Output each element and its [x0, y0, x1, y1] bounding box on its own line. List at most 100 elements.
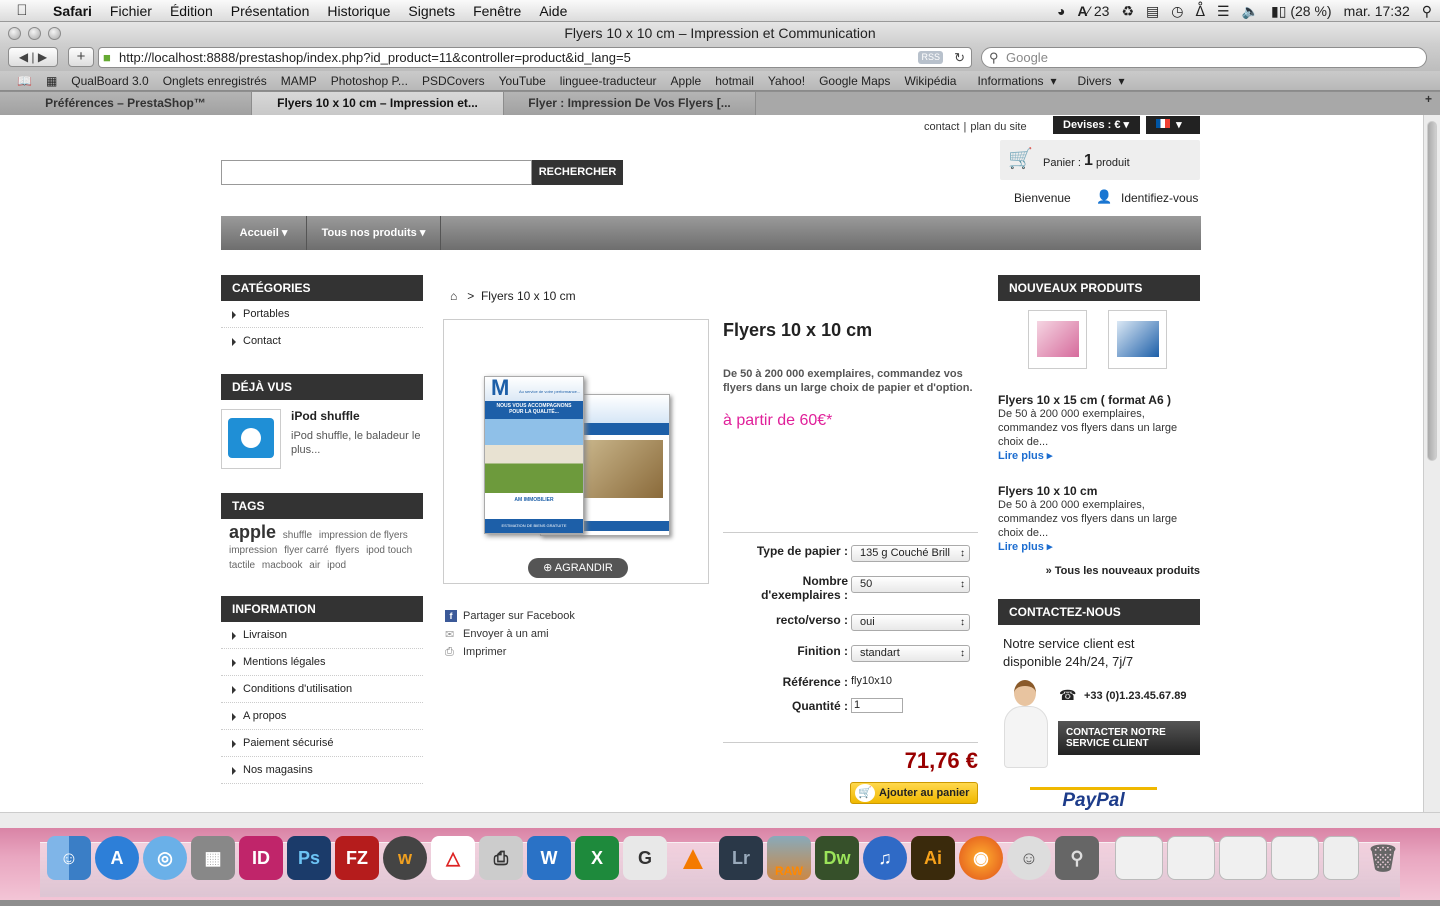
category-portables[interactable]: Portables [221, 301, 423, 328]
category-contact[interactable]: Contact [221, 328, 423, 355]
clipboard-icon[interactable]: ▤ [1146, 3, 1159, 20]
currency-selector[interactable]: Devises : € ▾ [1053, 116, 1140, 134]
word-icon[interactable]: W [527, 836, 571, 880]
reload-icon[interactable]: ↻ [954, 48, 965, 67]
bookmark-item[interactable]: PSDCovers [415, 74, 492, 88]
minimized-window-icon[interactable] [1219, 836, 1267, 880]
tag[interactable]: ipod [327, 560, 346, 571]
menu-fichier[interactable]: Fichier [101, 3, 161, 19]
address-bar[interactable]: ■ http://localhost:8888/prestashop/index… [98, 47, 972, 68]
cyberduck-icon[interactable]: ☺ [1007, 836, 1051, 880]
itunes-icon[interactable]: ♫ [863, 836, 907, 880]
menu-fenetre[interactable]: Fenêtre [464, 3, 530, 19]
raw-icon[interactable]: RAW [767, 836, 811, 880]
tag[interactable]: shuffle [283, 530, 312, 541]
bluetooth-icon[interactable]: ᐂ [1195, 3, 1205, 20]
tag[interactable]: impression de flyers [319, 530, 408, 541]
bookmark-item[interactable]: Wikipédia [897, 74, 963, 88]
tag[interactable]: flyers [335, 545, 359, 556]
add-bookmark-button[interactable]: + [68, 47, 94, 67]
contact-phone[interactable]: +33 (0)1.23.45.67.89 [1084, 690, 1186, 702]
calculator-icon[interactable]: ▦ [191, 836, 235, 880]
reading-list-icon[interactable]: 📖 [10, 74, 39, 88]
clock[interactable]: mar. 17:32 [1344, 3, 1410, 19]
back-icon[interactable]: ◀ [19, 50, 28, 64]
firefox-icon[interactable]: ◉ [959, 836, 1003, 880]
finish-select[interactable]: standart [851, 645, 970, 662]
search-button[interactable]: RECHERCHER [532, 160, 623, 185]
menu-aide[interactable]: Aide [530, 3, 576, 19]
minimized-window-icon[interactable] [1323, 836, 1359, 880]
new-product-name[interactable]: Flyers 10 x 10 cm [998, 484, 1200, 498]
volume-icon[interactable]: 🔈 [1242, 3, 1259, 20]
illustrator-icon[interactable]: Ai [911, 836, 955, 880]
print-link[interactable]: ⎙ Imprimer [445, 646, 506, 658]
zoom-button[interactable]: ⊕ AGRANDIR [528, 558, 628, 578]
filezilla-icon[interactable]: FZ [335, 836, 379, 880]
bookmark-item[interactable]: Yahoo! [761, 74, 812, 88]
bookmark-item[interactable]: MAMP [274, 74, 324, 88]
horizontal-scrollbar[interactable] [0, 812, 1440, 828]
info-paiement[interactable]: Paiement sécurisé [221, 730, 423, 757]
contact-service-button[interactable]: CONTACTER NOTRE SERVICE CLIENT [1058, 721, 1200, 755]
tag-apple[interactable]: apple [229, 522, 276, 542]
info-apropos[interactable]: A propos [221, 703, 423, 730]
app-store-icon[interactable]: A [95, 836, 139, 880]
copies-select[interactable]: 50 [851, 576, 970, 593]
bookmark-item[interactable]: Google Maps [812, 74, 897, 88]
shop-search-input[interactable] [221, 160, 532, 185]
viewed-product-name[interactable]: iPod shuffle [291, 409, 360, 423]
rss-badge[interactable]: RSS [918, 51, 943, 64]
menu-signets[interactable]: Signets [399, 3, 464, 19]
language-selector[interactable]: ▾ [1146, 116, 1200, 134]
tab-flyers-active[interactable]: Flyers 10 x 10 cm – Impression et... [252, 92, 504, 115]
vlc-icon[interactable]: ▲ [671, 836, 715, 880]
bookmark-item[interactable]: Apple [664, 74, 709, 88]
lightroom-icon[interactable]: Lr [719, 836, 763, 880]
bookmark-item[interactable]: Photoshop P... [324, 74, 415, 88]
acrobat-icon[interactable]: △ [431, 836, 475, 880]
bookmark-item[interactable]: hotmail [708, 74, 761, 88]
transmit-icon[interactable]: G [623, 836, 667, 880]
minimized-window-icon[interactable] [1271, 836, 1319, 880]
recto-verso-select[interactable]: oui [851, 614, 970, 631]
status-icon[interactable]: ◕ [1057, 3, 1065, 19]
trash-icon[interactable]: 🗑 [1365, 836, 1401, 880]
nav-accueil[interactable]: Accueil ▾ [221, 216, 307, 250]
bookmark-item[interactable]: YouTube [492, 74, 553, 88]
tag[interactable]: flyer carré [284, 545, 328, 556]
menu-presentation[interactable]: Présentation [222, 3, 319, 19]
bookmark-item[interactable]: QualBoard 3.0 [64, 74, 155, 88]
share-facebook[interactable]: f Partager sur Facebook [445, 610, 575, 622]
excel-icon[interactable]: X [575, 836, 619, 880]
tag[interactable]: macbook [262, 560, 303, 571]
bookmark-item[interactable]: Onglets enregistrés [156, 74, 274, 88]
search-field[interactable]: ⚲ Google [981, 47, 1427, 68]
scroll-thumb[interactable] [1427, 121, 1437, 461]
ipod-thumbnail[interactable] [221, 409, 281, 469]
sitemap-link[interactable]: plan du site [966, 121, 1030, 133]
minimized-window-icon[interactable] [1167, 836, 1215, 880]
nav-products[interactable]: Tous nos produits ▾ [307, 216, 441, 250]
safari-icon[interactable]: ◎ [143, 836, 187, 880]
top-sites-icon[interactable]: ▦ [39, 74, 64, 88]
tab-preferences[interactable]: Préférences – PrestaShop™ [0, 92, 252, 115]
forward-icon[interactable]: ▶ [38, 50, 47, 64]
info-mentions[interactable]: Mentions légales [221, 649, 423, 676]
read-more-link[interactable]: Lire plus ▸ [998, 540, 1200, 554]
new-tab-button[interactable]: + [756, 92, 1440, 115]
send-to-friend[interactable]: ✉ Envoyer à un ami [445, 628, 549, 641]
home-icon[interactable]: ⌂ [450, 289, 457, 303]
login-link[interactable]: Identifiez-vous [1121, 191, 1198, 205]
battery-icon[interactable]: ▮▯ (28 %) [1271, 3, 1332, 20]
sync-icon[interactable]: ♻ [1121, 3, 1134, 20]
indesign-icon[interactable]: ID [239, 836, 283, 880]
wunderlist-icon[interactable]: w [383, 836, 427, 880]
info-conditions[interactable]: Conditions d'utilisation [221, 676, 423, 703]
tag[interactable]: ipod touch [366, 545, 412, 556]
minimize-window-button[interactable] [28, 27, 41, 40]
bookmark-folder[interactable]: Informations ▾ [963, 74, 1063, 88]
tag[interactable]: impression [229, 545, 277, 556]
spotlight-icon[interactable]: ⚲ [1422, 3, 1432, 20]
new-product-thumb[interactable] [1028, 310, 1087, 369]
